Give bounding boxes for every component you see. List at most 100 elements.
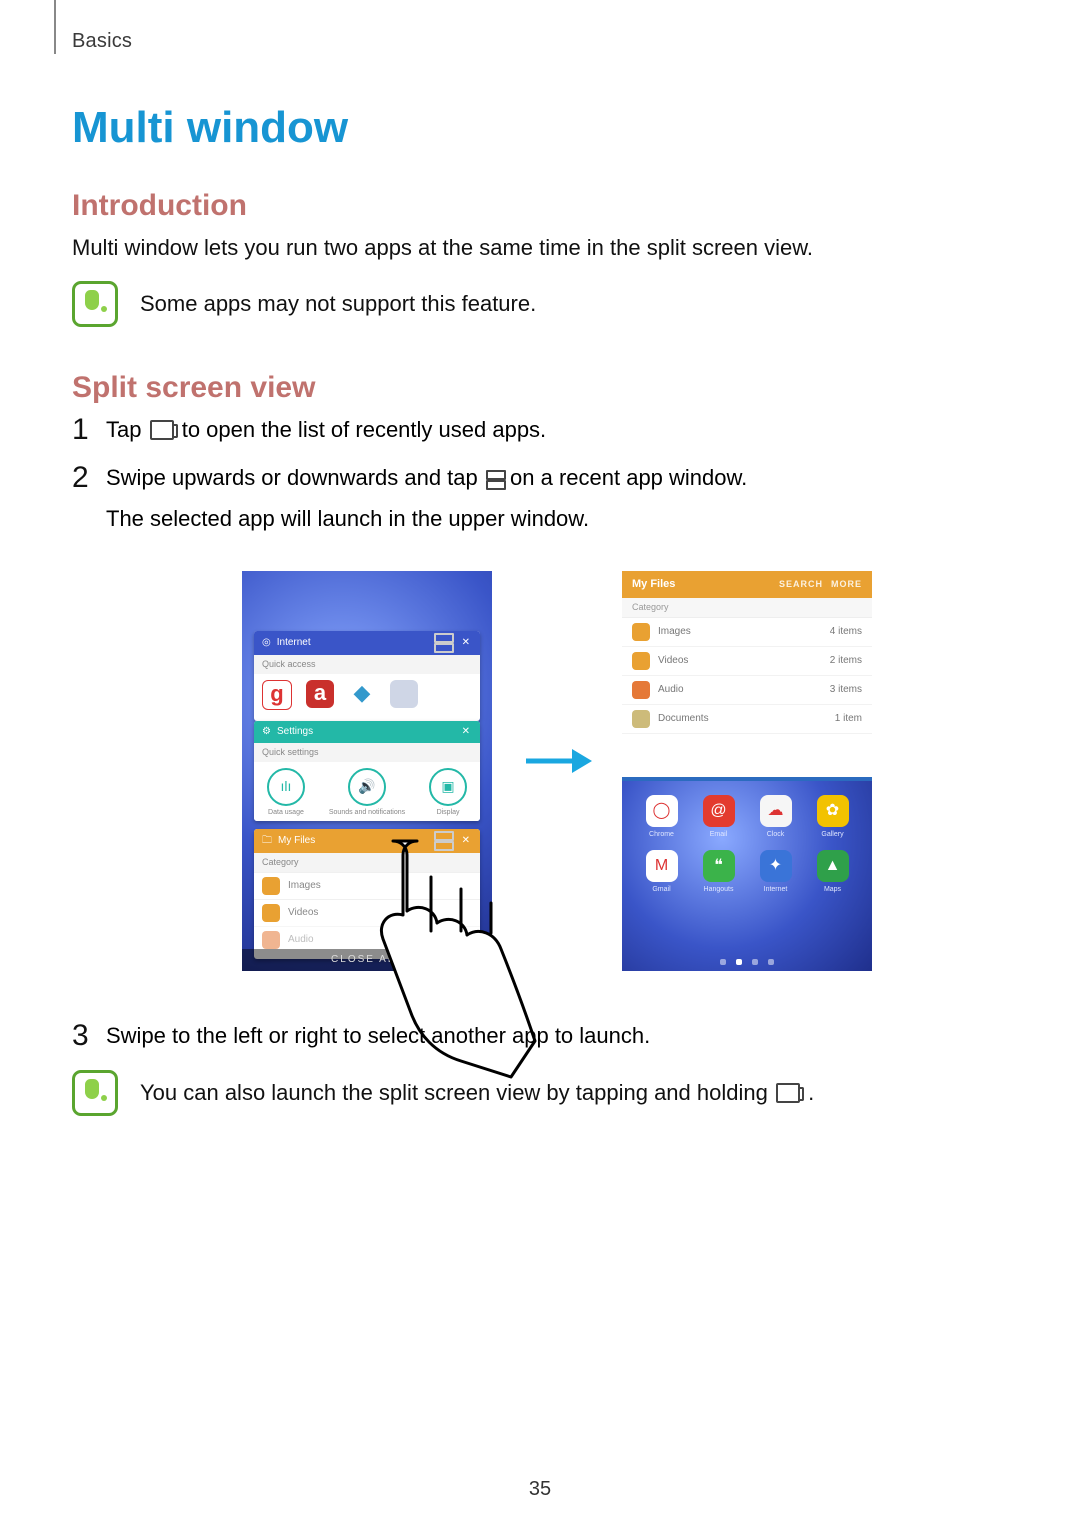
app-label: Maps — [824, 885, 841, 895]
category-label: Category — [622, 598, 872, 618]
app-shortcut: ✦ Internet — [752, 850, 799, 895]
app-shortcut: ✿ Gallery — [809, 795, 856, 840]
bookmark-icon: ◆ — [348, 680, 376, 708]
app-label: Hangouts — [704, 885, 734, 895]
audio-icon — [262, 931, 280, 949]
note-icon — [72, 281, 118, 327]
step-1-text-a: Tap — [106, 417, 148, 442]
app-shortcut: ▲ Maps — [809, 850, 856, 895]
app-label: Clock — [767, 830, 785, 840]
lower-window: ◯ Chrome @ Email ☁ Clock ✿ Gallery M Gmail ❝ Hangou… — [622, 781, 872, 971]
files-row-0: Images — [288, 879, 321, 893]
recent-apps-icon — [150, 420, 174, 440]
image-icon — [262, 877, 280, 895]
note2-a: You can also launch the split screen vie… — [140, 1080, 774, 1105]
file-category-row: Audio 3 items — [622, 676, 872, 705]
close-icon: ✕ — [462, 636, 472, 650]
app-shortcut: ❝ Hangouts — [695, 850, 742, 895]
page-title: Multi window — [72, 103, 1008, 153]
app-icon: ✿ — [817, 795, 849, 827]
settings-item-1: Sounds and notifications — [329, 808, 405, 818]
app-label: Internet — [764, 885, 788, 895]
instruction-figure: ◎ Internet ✕ Quick access g a — [106, 571, 1008, 971]
category-label: Audio — [658, 683, 684, 697]
settings-item-0: Data usage — [268, 808, 304, 818]
category-meta: 3 items — [830, 683, 862, 697]
gear-icon: ⚙ — [262, 725, 271, 739]
settings-item-2: Display — [437, 808, 460, 818]
app-label: Email — [710, 830, 728, 840]
app-shortcut: M Gmail — [638, 850, 685, 895]
split-heading: Split screen view — [72, 371, 1008, 405]
recent-files-title: My Files — [278, 834, 315, 848]
split-view-icon — [434, 635, 450, 651]
app-shortcut: ◯ Chrome — [638, 795, 685, 840]
app-label: Chrome — [649, 830, 674, 840]
folder-icon: 🗀 — [262, 834, 272, 848]
app-label: Gallery — [821, 830, 843, 840]
step-2-text-b: on a recent app window. — [510, 465, 747, 490]
note-text-2: You can also launch the split screen vie… — [140, 1080, 814, 1106]
arrow-icon — [522, 741, 592, 781]
app-label: Gmail — [652, 885, 670, 895]
margin-rule — [54, 0, 56, 54]
upper-window: My Files SEARCH MORE Category Images4 it… — [622, 571, 872, 781]
step-3: Swipe to the left or right to select ano… — [72, 1021, 1008, 1052]
app-icon: ✦ — [760, 850, 792, 882]
split-view-icon — [486, 472, 502, 488]
note2-b: . — [808, 1080, 814, 1105]
app-icon: @ — [703, 795, 735, 827]
app-icon: M — [646, 850, 678, 882]
section-header: Basics — [72, 30, 1008, 53]
file-category-row: Videos2 items — [622, 647, 872, 676]
display-icon: ▣ — [429, 768, 467, 806]
recent-internet-title: Internet — [277, 636, 311, 650]
recent-apps-icon — [776, 1083, 800, 1103]
page-number: 35 — [0, 1478, 1080, 1501]
app-shortcut: @ Email — [695, 795, 742, 840]
step-3-text: Swipe to the left or right to select ano… — [106, 1023, 650, 1048]
step-1-text-b: to open the list of recently used apps. — [182, 417, 546, 442]
recent-internet-sub: Quick access — [254, 655, 480, 674]
bookmark-icon: g — [262, 680, 292, 710]
file-category-row: Images 4 items — [622, 618, 872, 647]
category-icon — [632, 652, 650, 670]
bookmark-icon: a — [306, 680, 334, 708]
step-2: Swipe upwards or downwards and tap on a … — [72, 463, 1008, 971]
sound-icon: 🔊 — [348, 768, 386, 806]
category-label: Images — [658, 625, 691, 639]
step-1: Tap to open the list of recently used ap… — [72, 415, 1008, 446]
files-row-2: Audio — [288, 933, 314, 947]
category-icon — [632, 710, 650, 728]
app-icon: ▲ — [817, 850, 849, 882]
category-icon — [632, 623, 650, 641]
category-label: Documents — [658, 712, 709, 726]
recent-settings-sub: Quick settings — [254, 743, 480, 762]
video-icon — [262, 904, 280, 922]
figure-left-phone: ◎ Internet ✕ Quick access g a — [242, 571, 492, 971]
app-icon: ◯ — [646, 795, 678, 827]
app-icon: ❝ — [703, 850, 735, 882]
globe-icon: ◎ — [262, 636, 271, 650]
note-icon — [72, 1070, 118, 1116]
file-category-row: Documents 1 item — [622, 705, 872, 734]
step-2-text-c: The selected app will launch in the uppe… — [106, 504, 1008, 535]
app-shortcut: ☁ Clock — [752, 795, 799, 840]
more-link: MORE — [831, 578, 862, 591]
page-indicator — [622, 953, 872, 971]
intro-text: Multi window lets you run two apps at th… — [72, 233, 1008, 263]
category-meta: 1 item — [835, 712, 862, 726]
category-meta: 4 items — [830, 625, 862, 639]
figure-right-phone: My Files SEARCH MORE Category Images4 it… — [622, 571, 872, 971]
close-icon: ✕ — [462, 725, 472, 739]
search-link: SEARCH — [779, 578, 823, 591]
category-label: Videos — [658, 654, 688, 668]
intro-heading: Introduction — [72, 189, 1008, 223]
files-row-1: Videos — [288, 906, 318, 920]
signal-icon: ılı — [267, 768, 305, 806]
app-icon: ☁ — [760, 795, 792, 827]
recent-card-settings: ⚙ Settings ✕ Quick settings ılıData usag… — [254, 721, 480, 821]
note-row: Some apps may not support this feature. — [72, 281, 1008, 327]
steps-list: Tap to open the list of recently used ap… — [72, 415, 1008, 1052]
recent-card-internet: ◎ Internet ✕ Quick access g a — [254, 631, 480, 721]
